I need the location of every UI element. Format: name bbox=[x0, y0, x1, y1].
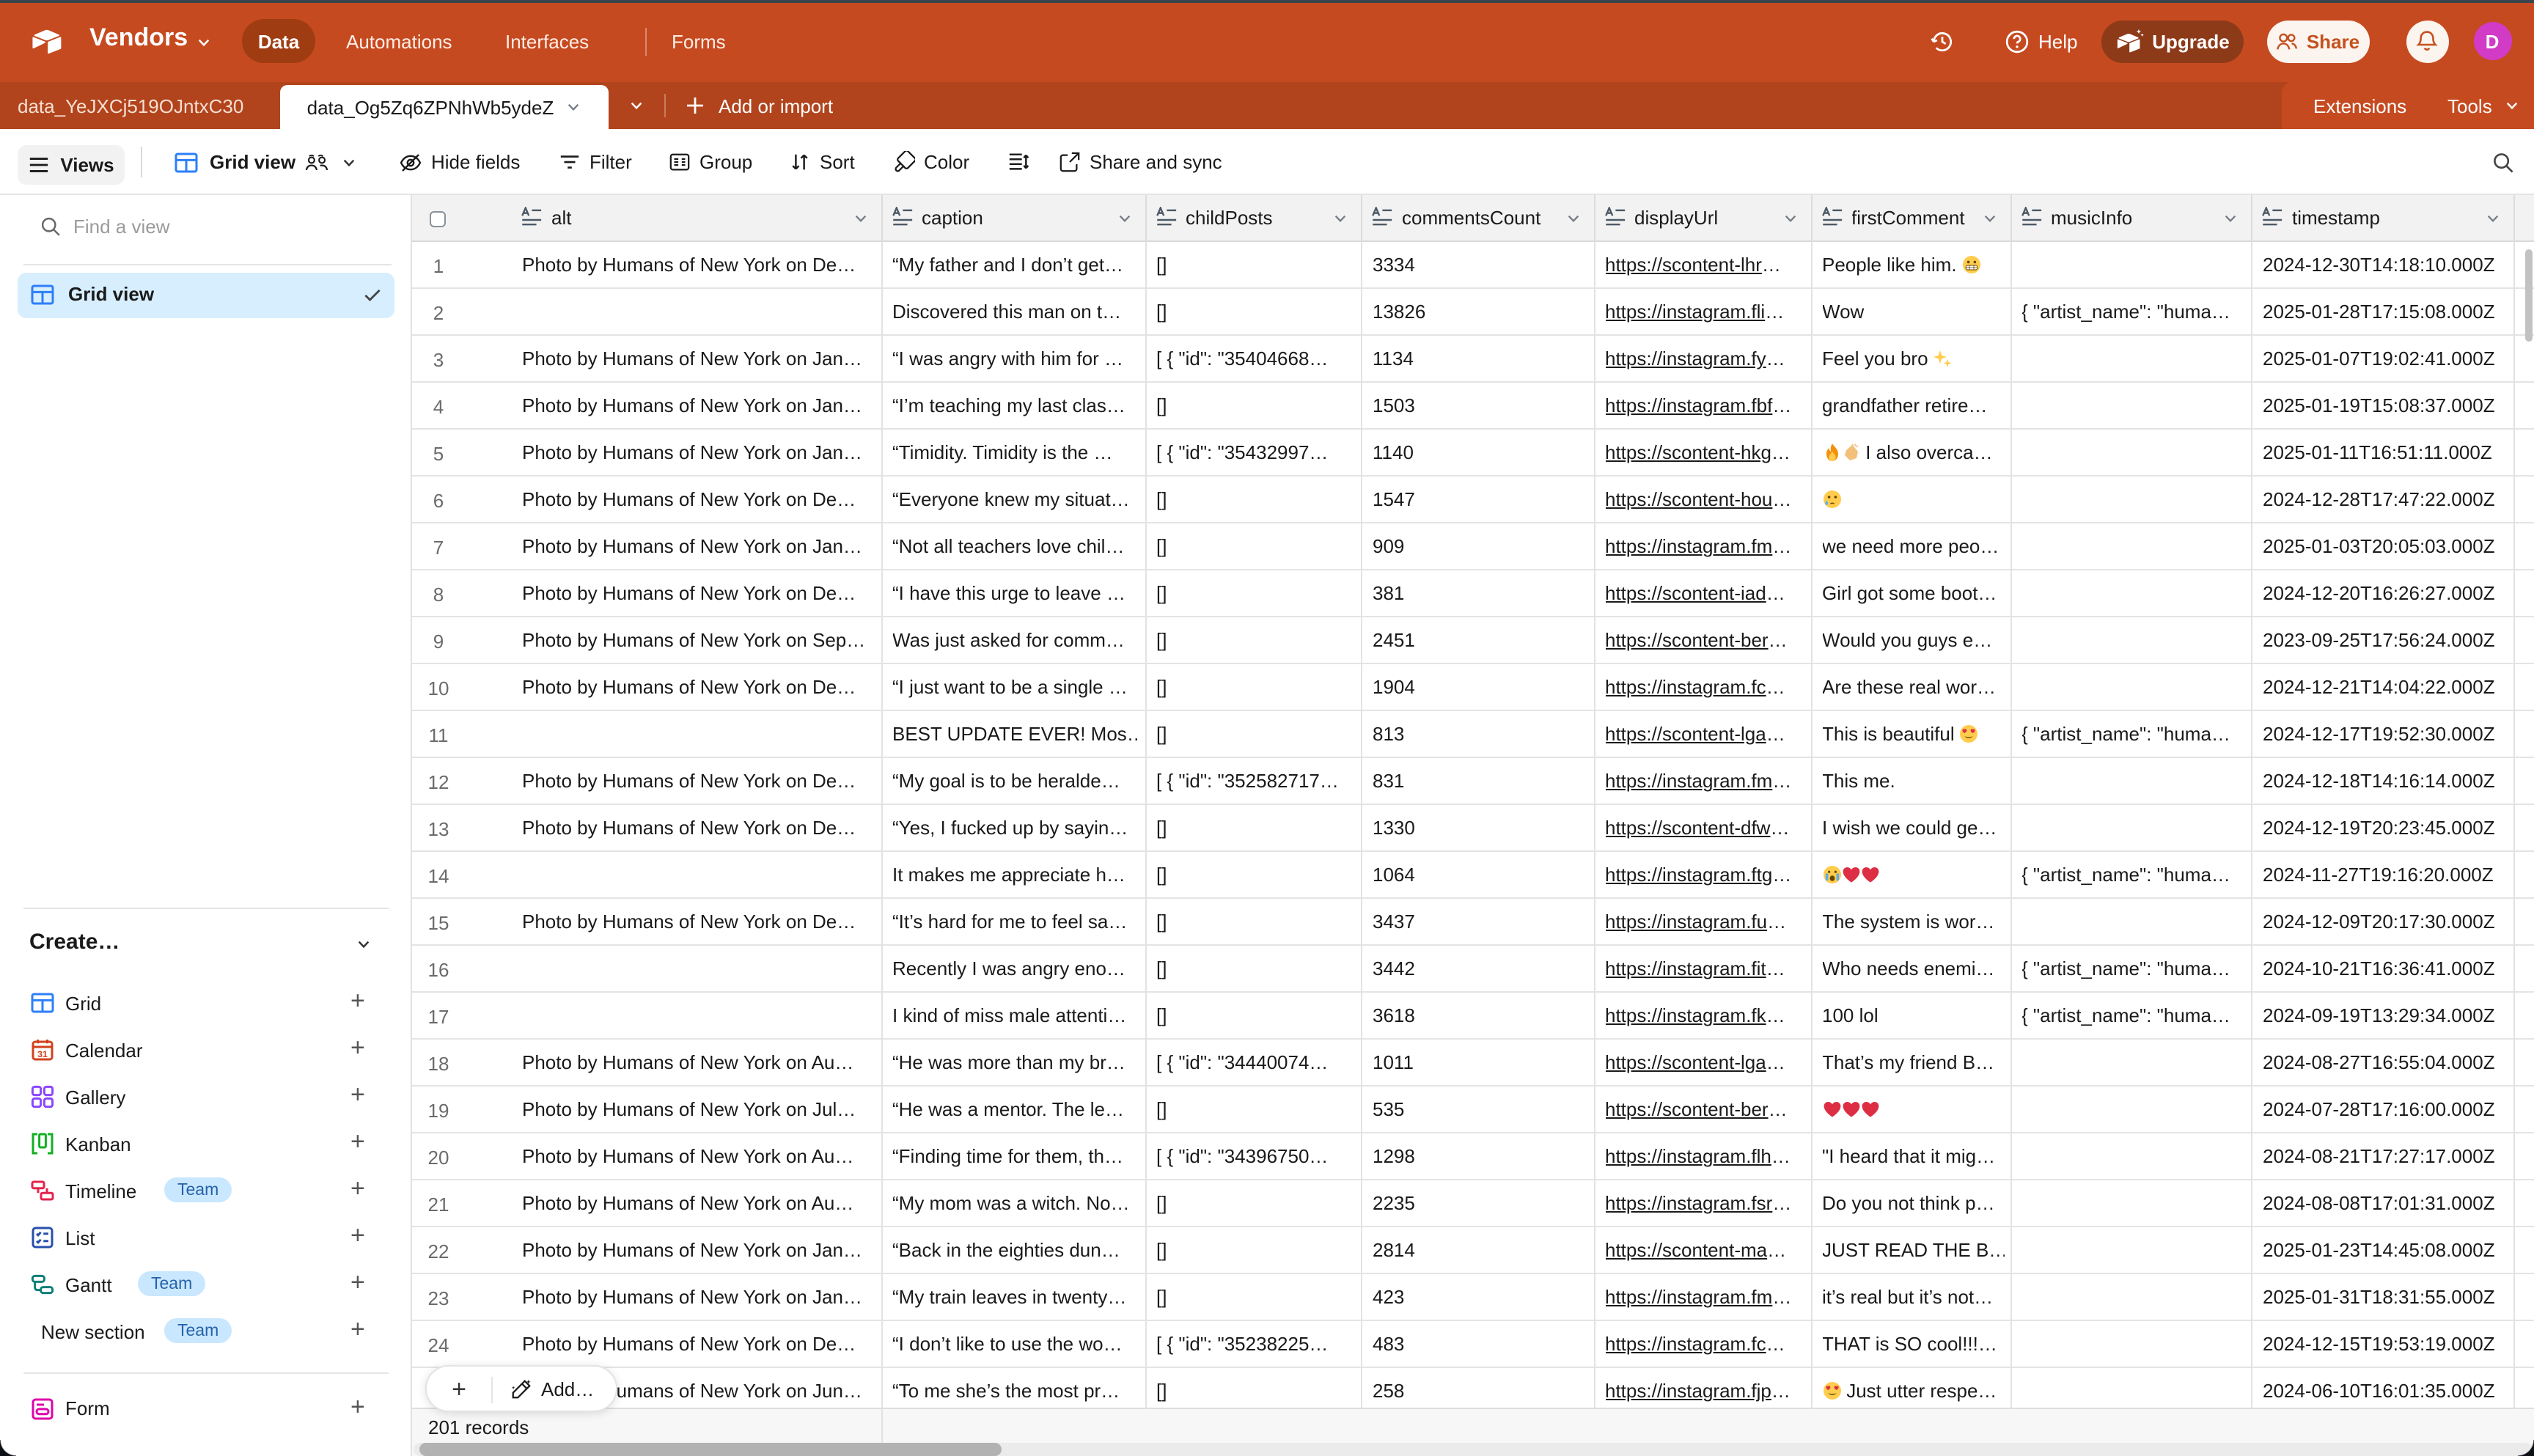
svg-text:31: 31 bbox=[37, 1049, 48, 1059]
